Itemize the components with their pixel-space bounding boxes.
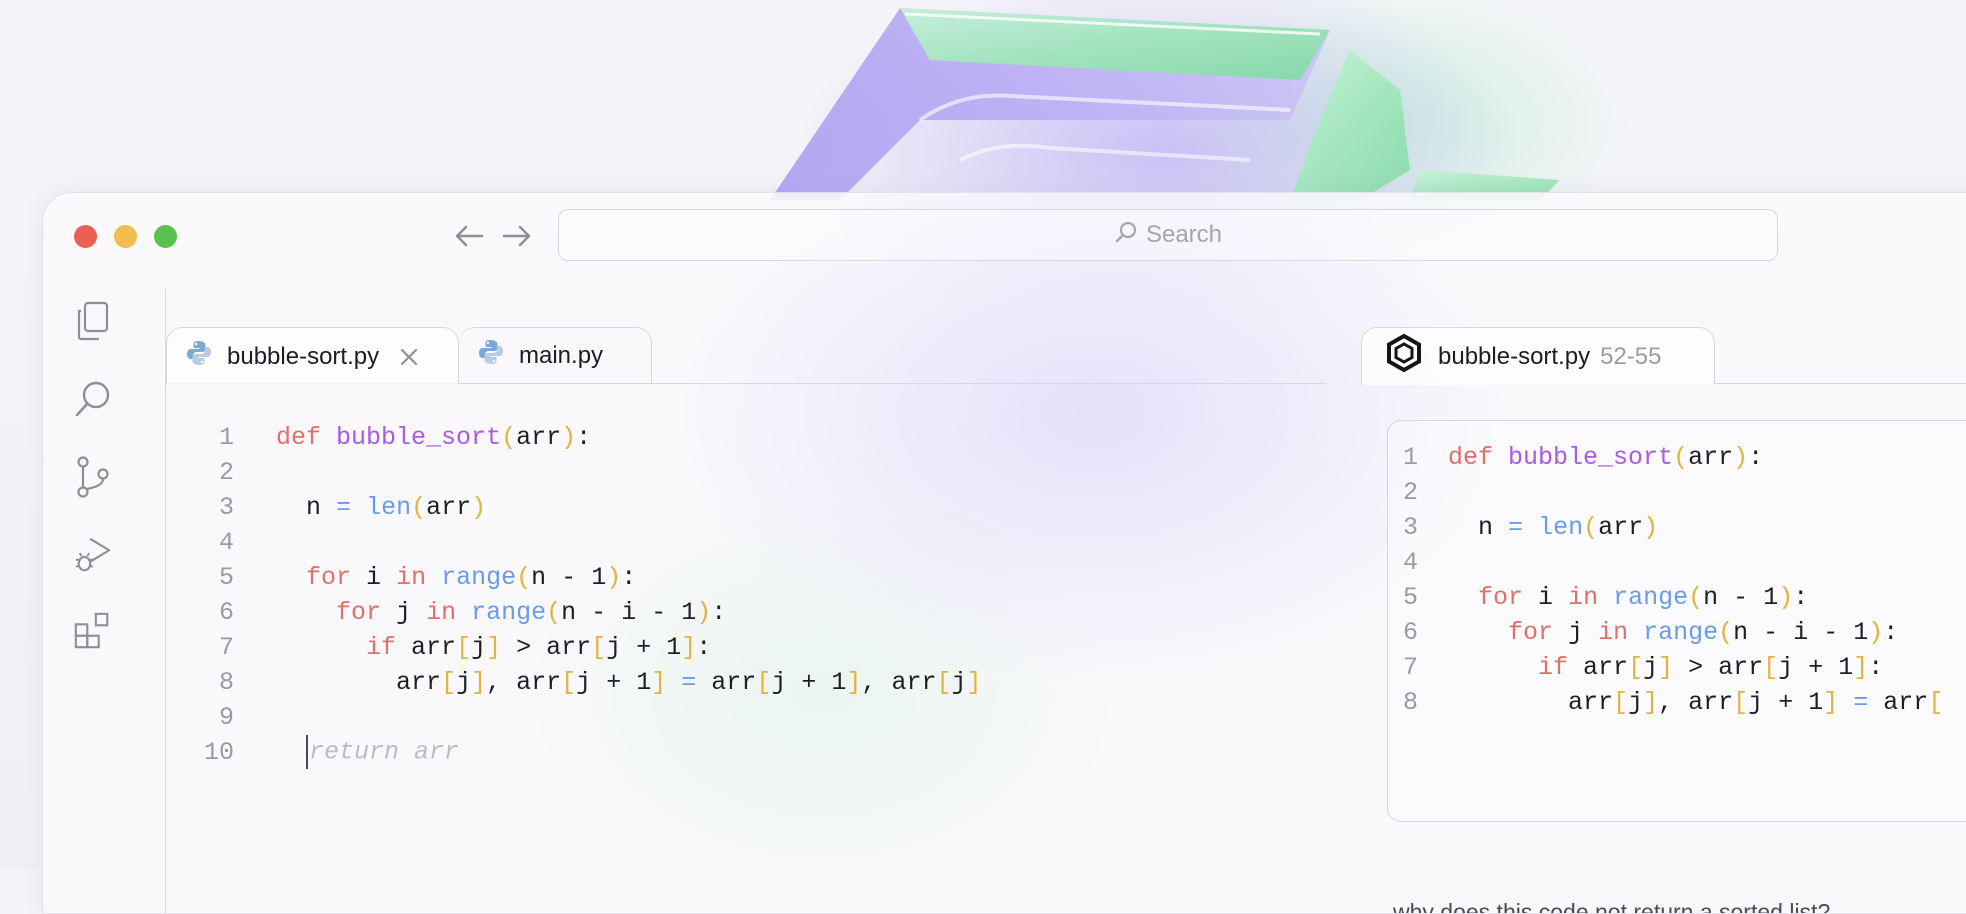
extensions-icon[interactable] [73,611,113,651]
editor-line: 10 return arr [166,730,459,774]
line-number: 8 [218,667,234,697]
line-number: 10 [203,737,234,767]
line-code: for j in range(n - i - 1): [1508,617,1899,647]
code-editor[interactable]: bubble-sort.py main.py 1 def bubble_sort(… [165,289,1326,913]
line-number: 5 [1402,582,1418,612]
minimize-window-button[interactable] [114,225,137,248]
editor-line: 8 arr[j], arr[j + 1] = arr[j + 1], arr[j… [166,660,982,704]
search-input[interactable]: Search [558,209,1778,261]
line-code: for j in range(n - i - 1): [336,597,727,627]
code-snippet: 1 def bubble_sort(arr): 2 3 n = len(arr) 4 5 … [1387,420,1966,822]
tab-label: main.py [519,341,604,369]
line-number: 1 [1402,442,1418,472]
line-code: arr[j], arr[j + 1] = arr[j + 1], arr[j] [396,667,982,697]
line-code: return arr [306,735,459,769]
line-number: 5 [218,562,234,592]
tab-label: bubble-sort.py [227,342,380,370]
zoom-window-button[interactable] [154,225,177,248]
line-code: for i in range(n - 1): [306,562,637,592]
ide-window: Search bubble-sort.py main.py 1 def bubb… [42,192,1966,914]
python-icon [185,339,213,374]
line-number: 4 [1402,547,1418,577]
line-number: 9 [218,702,234,732]
line-code: if arr[j] > arr[j + 1]: [366,632,712,662]
close-window-button[interactable] [74,225,97,248]
line-code: def bubble_sort(arr): [276,422,592,452]
line-number: 7 [1402,652,1418,682]
assistant-tab-label: bubble-sort.py [1438,342,1591,370]
line-range: 52-55 [1600,342,1662,370]
source-control-icon[interactable] [73,456,113,498]
line-code: if arr[j] > arr[j + 1]: [1538,652,1884,682]
line-number: 6 [1402,617,1418,647]
assistant-context-tab[interactable]: bubble-sort.py 52-55 [1361,327,1715,385]
line-number: 4 [218,527,234,557]
line-number: 1 [218,422,234,452]
line-code: for i in range(n - 1): [1478,582,1809,612]
brand-logo-art [770,8,1560,200]
files-icon[interactable] [73,301,113,341]
assistant-panel: bubble-sort.py 52-55 1 def bubble_sort(ar… [1361,289,1966,914]
line-number: 2 [1402,477,1418,507]
line-code: def bubble_sort(arr): [1448,442,1764,472]
arrow-left-icon[interactable] [452,219,486,253]
line-number: 3 [1402,512,1418,542]
tab-bubble-sort[interactable]: bubble-sort.py [166,327,459,385]
line-number: 3 [218,492,234,522]
snippet-line: 8 arr[j], arr[j + 1] = arr[ [1388,680,1943,724]
line-number: 7 [218,632,234,662]
tab-main[interactable]: main.py [459,327,652,383]
line-code: n = len(arr) [1478,512,1659,542]
line-number: 8 [1402,687,1418,717]
search-placeholder: Search [1145,221,1223,248]
assistant-logo-icon [1384,333,1424,380]
search-icon[interactable] [73,379,113,419]
close-icon[interactable] [399,347,419,367]
line-code: n = len(arr) [306,492,487,522]
line-number: 6 [218,597,234,627]
search-icon [1114,220,1138,251]
python-icon [477,338,505,373]
chat-question: why does this code not return a sorted l… [1393,899,1831,914]
line-code: arr[j], arr[j + 1] = arr[ [1568,687,1944,717]
line-number: 2 [218,457,234,487]
run-debug-icon[interactable] [73,535,113,575]
arrow-right-icon[interactable] [500,219,534,253]
